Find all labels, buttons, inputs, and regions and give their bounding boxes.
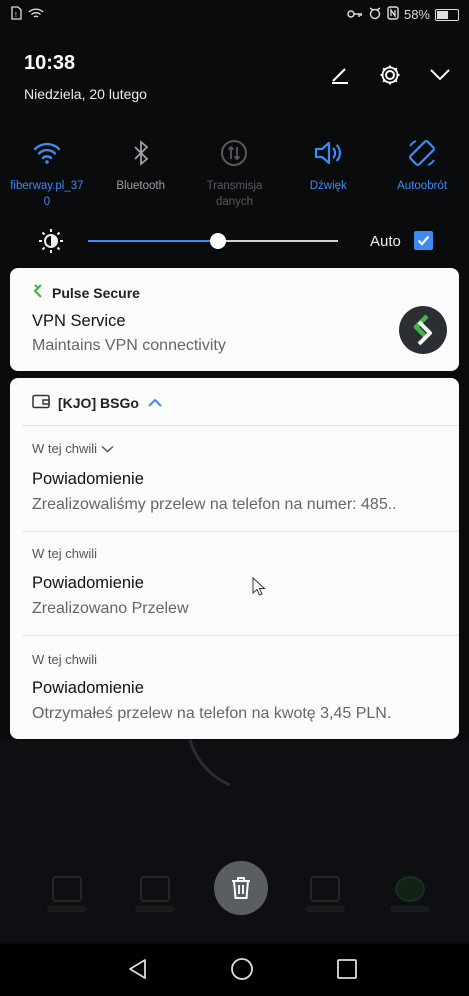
bank-app-header[interactable]: [KJO] BSGo <box>32 394 163 412</box>
bank-app-name: [KJO] BSGo <box>58 395 139 411</box>
vpn-app-header: Pulse Secure <box>32 283 140 302</box>
brightness-slider-fill <box>88 240 218 242</box>
chevron-up-icon[interactable] <box>147 395 163 411</box>
background-arc <box>188 740 231 787</box>
notification-title: Powiadomienie <box>32 679 144 697</box>
quick-settings-row: fiberway.pl_37 0 Bluetooth Transmisja da… <box>0 136 469 210</box>
clock-date: Niedziela, 20 lutego <box>24 86 147 102</box>
vpn-key-icon <box>347 7 363 22</box>
battery-percent: 58% <box>403 7 430 22</box>
vpn-notification-card[interactable]: Pulse Secure VPN Service Maintains VPN c… <box>10 268 459 371</box>
background-tab <box>385 876 435 922</box>
wifi-icon <box>33 136 61 170</box>
notification-time-text: W tej chwili <box>32 441 98 456</box>
qs-tile-bluetooth[interactable]: Bluetooth <box>94 136 188 210</box>
recent-apps-icon[interactable] <box>336 957 358 986</box>
brightness-slider-knob[interactable] <box>210 233 226 249</box>
vpn-notification-body: Maintains VPN connectivity <box>32 337 226 354</box>
wallet-icon <box>32 394 50 412</box>
pulse-secure-logo <box>399 306 447 354</box>
brightness-icon <box>38 228 64 259</box>
sim-icon: ! <box>10 6 22 23</box>
notification-title: Powiadomienie <box>32 470 144 488</box>
nfc-icon <box>387 6 399 23</box>
notification-time: W tej chwili <box>32 652 98 667</box>
navigation-bar <box>0 944 469 996</box>
svg-text:!: ! <box>15 11 18 19</box>
background-tab <box>300 876 350 922</box>
battery-fill <box>437 10 449 19</box>
trash-icon <box>232 877 250 899</box>
mouse-cursor-icon <box>252 576 266 602</box>
header-actions <box>329 64 451 86</box>
qs-label-sound: Dźwięk <box>309 180 347 192</box>
notification-body: Otrzymałeś przelew na telefon na kwotę 3… <box>32 705 392 722</box>
status-bar-left: ! <box>10 6 44 23</box>
clear-notifications-button[interactable] <box>214 861 268 915</box>
divider <box>22 635 459 636</box>
back-icon[interactable] <box>127 957 149 986</box>
vpn-notification-title: VPN Service <box>32 312 126 330</box>
notification-body: Zrealizowaliśmy przelew na telefon na nu… <box>32 496 397 513</box>
vpn-app-name: Pulse Secure <box>52 284 140 301</box>
chevron-down-icon[interactable] <box>429 68 451 82</box>
notification-title: Powiadomienie <box>32 574 144 592</box>
background-tab <box>130 876 180 922</box>
notification-time: W tej chwili <box>32 546 98 561</box>
status-bar-right: 58% <box>347 6 459 23</box>
auto-brightness-label: Auto <box>370 233 401 250</box>
qs-tile-mobile-data[interactable]: Transmisja danych <box>188 136 282 210</box>
qs-label-mobile-data: Transmisja danych <box>206 180 263 208</box>
auto-rotate-icon <box>407 136 437 170</box>
home-icon[interactable] <box>230 957 254 986</box>
bluetooth-icon <box>132 136 150 170</box>
qs-tile-sound[interactable]: Dźwięk <box>281 136 375 210</box>
settings-gear-icon[interactable] <box>379 64 401 86</box>
qs-tile-auto-rotate[interactable]: Autoobrót <box>375 136 469 210</box>
divider <box>22 425 459 426</box>
battery-icon <box>435 8 459 21</box>
mobile-data-icon <box>220 136 248 170</box>
qs-label-wifi: fiberway.pl_37 0 <box>10 180 84 208</box>
bank-notification-card[interactable]: [KJO] BSGo W tej chwili Powiadomienie Zr… <box>10 378 459 739</box>
sound-icon <box>313 136 343 170</box>
eye-comfort-icon <box>368 6 382 23</box>
wifi-status-icon <box>28 7 44 23</box>
chevron-down-icon[interactable] <box>101 445 114 453</box>
qs-label-bluetooth: Bluetooth <box>116 180 165 192</box>
qs-tile-wifi[interactable]: fiberway.pl_37 0 <box>0 136 94 210</box>
divider <box>22 531 459 532</box>
notification-body: Zrealizowano Przelew <box>32 600 189 617</box>
auto-brightness-checkbox[interactable] <box>414 231 433 250</box>
brightness-slider[interactable] <box>88 233 338 249</box>
clock-time: 10:38 <box>24 52 76 74</box>
checkmark-icon <box>417 235 430 246</box>
brightness-row: Auto <box>38 228 448 254</box>
background-tab <box>42 876 92 922</box>
pulse-secure-icon <box>32 283 44 302</box>
notification-time: W tej chwili <box>32 441 114 456</box>
edit-icon[interactable] <box>329 65 351 85</box>
qs-label-auto-rotate: Autoobrót <box>397 180 448 192</box>
